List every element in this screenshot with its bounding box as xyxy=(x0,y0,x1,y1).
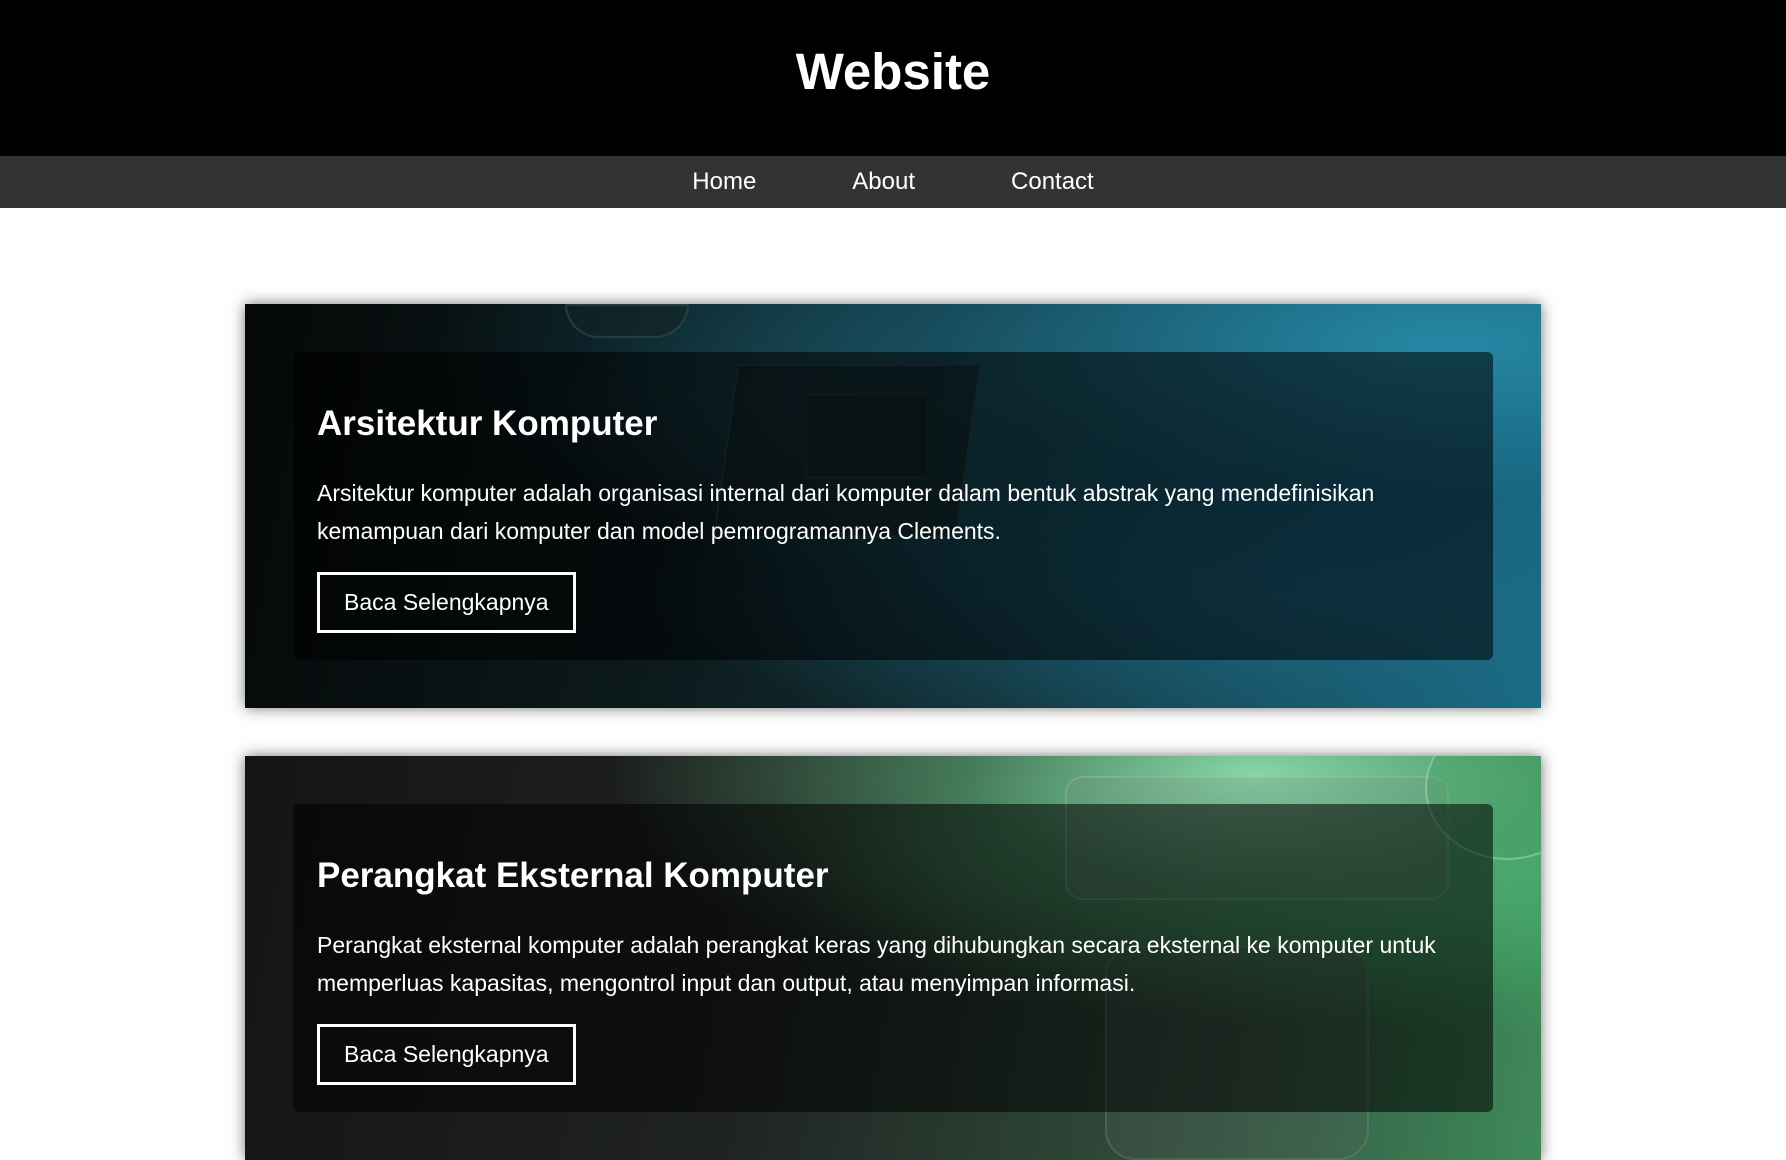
main-content: Arsitektur Komputer Arsitektur komputer … xyxy=(0,208,1786,1160)
card-title: Perangkat Eksternal Komputer xyxy=(317,856,829,895)
site-title: Website xyxy=(795,42,991,100)
read-more-button[interactable]: Baca Selengkapnya xyxy=(317,1024,576,1085)
card-content-panel: Arsitektur Komputer Arsitektur komputer … xyxy=(293,352,1493,660)
nav-link-contact[interactable]: Contact xyxy=(1011,168,1094,196)
read-more-button[interactable]: Baca Selengkapnya xyxy=(317,572,576,633)
site-header: Website xyxy=(0,0,1786,156)
connector-shape xyxy=(565,304,689,338)
card-description: Arsitektur komputer adalah organisasi in… xyxy=(317,480,1375,544)
article-card-arsitektur: Arsitektur Komputer Arsitektur komputer … xyxy=(245,304,1541,708)
card-description: Perangkat eksternal komputer adalah pera… xyxy=(317,932,1436,996)
nav-link-home[interactable]: Home xyxy=(692,168,756,196)
card-title: Arsitektur Komputer xyxy=(317,404,658,443)
main-nav: Home About Contact xyxy=(0,156,1786,208)
article-card-perangkat-eksternal: Perangkat Eksternal Komputer Perangkat e… xyxy=(245,756,1541,1160)
nav-link-about[interactable]: About xyxy=(852,168,915,196)
card-content-panel: Perangkat Eksternal Komputer Perangkat e… xyxy=(293,804,1493,1112)
